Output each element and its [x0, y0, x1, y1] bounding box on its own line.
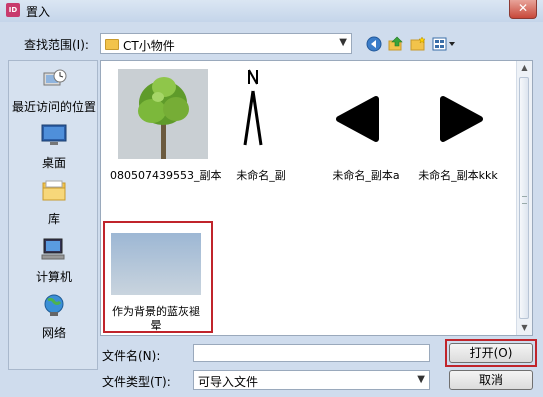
file-name: 080507439553_副本: [110, 169, 222, 182]
file-name-line2: 晕: [150, 319, 162, 332]
window-title: 置入: [26, 5, 51, 19]
scroll-down-icon[interactable]: ▼: [517, 321, 532, 335]
file-type-value: 可导入文件: [198, 375, 259, 389]
scroll-up-icon[interactable]: ▲: [517, 61, 532, 75]
place-label-computer: 计算机: [35, 270, 72, 284]
title-bar: ID 置入 ✕: [0, 0, 543, 22]
place-computer[interactable]: 计算机: [9, 237, 99, 285]
right-triangle-thumbnail: [413, 81, 503, 159]
folder-icon: [105, 39, 119, 50]
chevron-down-icon: ▼: [417, 374, 425, 385]
place-network[interactable]: 网络: [9, 293, 99, 341]
place-label-network: 网络: [41, 326, 66, 340]
close-button[interactable]: ✕: [509, 0, 537, 19]
left-triangle-thumbnail: [321, 81, 411, 159]
open-button[interactable]: 打开(O): [449, 343, 533, 363]
place-desktop[interactable]: 桌面: [9, 123, 99, 171]
up-folder-icon[interactable]: [388, 36, 404, 52]
file-name: 未命名_副本a: [332, 169, 400, 182]
file-list-pane[interactable]: 080507439553_副本 未命名_副 未命名_副本a 未命名_副本kkk: [100, 60, 533, 336]
place-label-libraries: 库: [47, 212, 60, 226]
chevron-down-icon: ▼: [339, 37, 347, 48]
file-name-input[interactable]: [193, 344, 430, 362]
indesign-app-icon: ID: [6, 3, 20, 17]
look-in-label: 查找范围(I):: [24, 38, 89, 52]
file-name-label: 文件名(N):: [102, 349, 161, 363]
cancel-button[interactable]: 取消: [449, 370, 533, 390]
recent-places-icon: [43, 69, 67, 86]
file-name: 未命名_副: [236, 169, 286, 182]
place-libraries[interactable]: 库: [9, 179, 99, 227]
tree-image-thumbnail: [118, 69, 208, 159]
new-folder-icon[interactable]: [410, 36, 426, 52]
place-label-desktop: 桌面: [41, 156, 66, 170]
place-label-recent: 最近访问的位置: [11, 100, 96, 114]
network-icon: [44, 294, 64, 316]
file-type-select[interactable]: 可导入文件 ▼: [193, 370, 430, 390]
scroll-thumb[interactable]: [519, 77, 529, 319]
north-arrow-thumbnail: [236, 69, 286, 159]
file-type-label: 文件类型(T):: [102, 375, 171, 389]
back-icon[interactable]: [366, 36, 382, 52]
libraries-icon: [42, 180, 66, 201]
computer-icon: [41, 238, 65, 260]
file-name: 未命名_副本kkk: [418, 169, 498, 182]
blue-gray-gradient-thumbnail: [111, 233, 201, 295]
vertical-scrollbar[interactable]: ▲ ▼: [516, 61, 532, 335]
look-in-value: CT小物件: [123, 39, 175, 53]
view-menu-icon[interactable]: [432, 36, 458, 52]
grip-icon: [522, 196, 527, 204]
place-recent[interactable]: 最近访问的位置: [9, 67, 99, 115]
look-in-dropdown[interactable]: CT小物件 ▼: [100, 33, 352, 54]
places-sidebar: 最近访问的位置 桌面 库 计算机 网络: [8, 60, 98, 370]
desktop-icon: [41, 124, 67, 145]
